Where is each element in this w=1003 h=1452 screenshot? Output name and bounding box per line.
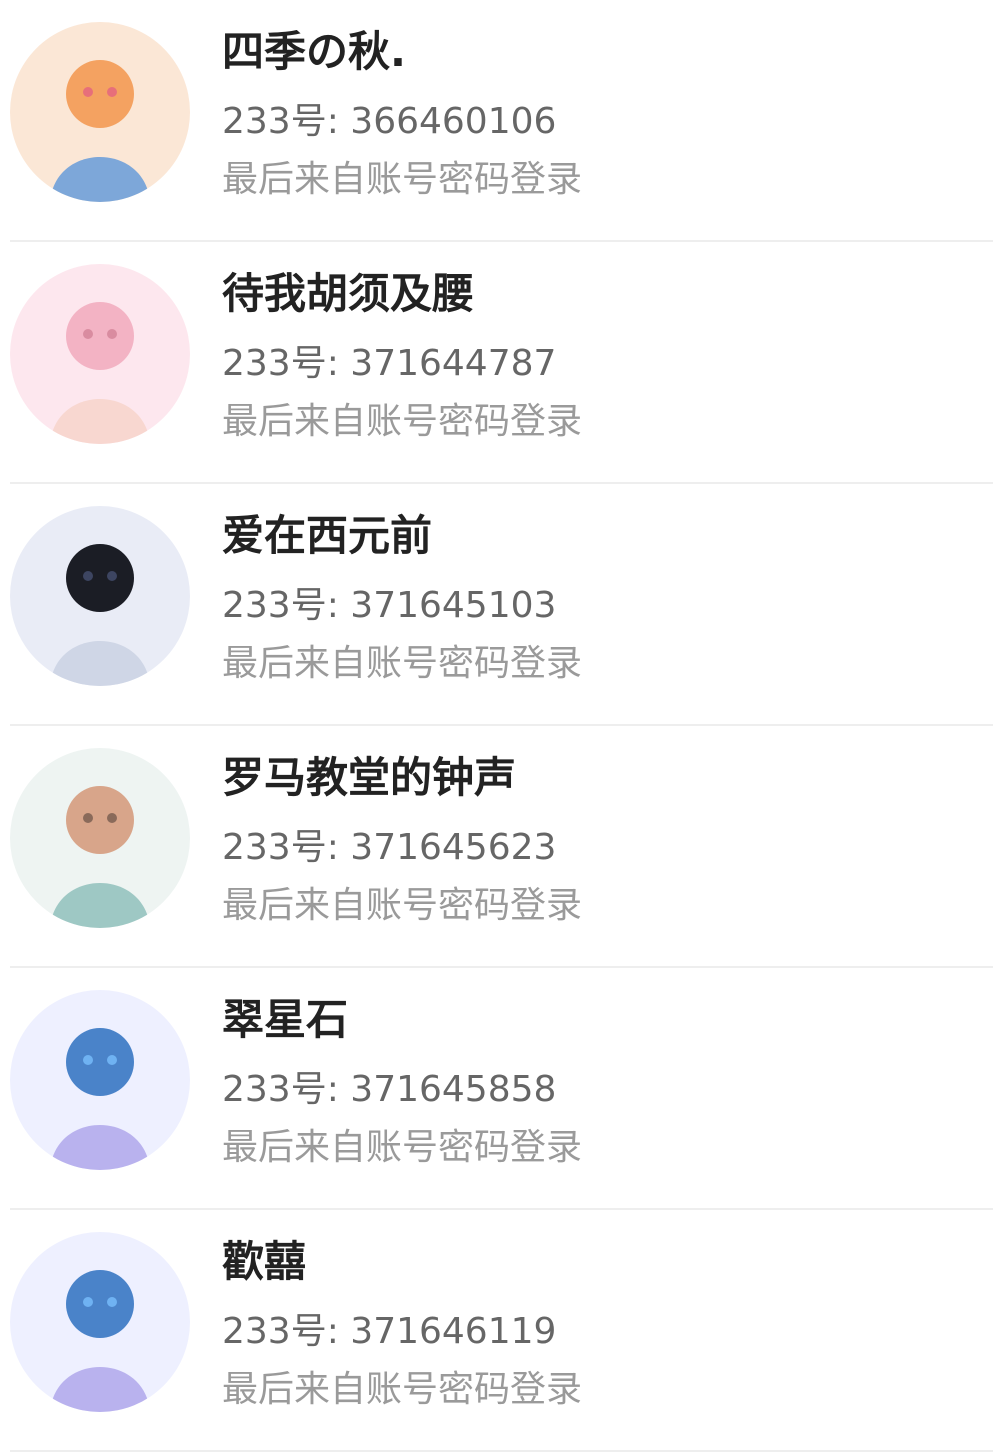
account-name: 翠星石 bbox=[222, 995, 349, 1044]
account-id: 233号: 371645103 bbox=[222, 585, 557, 626]
avatar bbox=[10, 1232, 190, 1412]
account-id: 233号: 371646119 bbox=[222, 1311, 557, 1352]
account-row[interactable]: 四季の秋. 233号: 366460106 最后来自账号密码登录 bbox=[0, 0, 1003, 242]
avatar-image-icon bbox=[10, 506, 190, 686]
avatar bbox=[10, 22, 190, 202]
avatar bbox=[10, 264, 190, 444]
avatar bbox=[10, 506, 190, 686]
account-id: 233号: 371645858 bbox=[222, 1069, 557, 1110]
login-method: 最后来自账号密码登录 bbox=[222, 643, 583, 684]
account-name: 待我胡须及腰 bbox=[222, 269, 475, 318]
avatar-image-icon bbox=[10, 990, 190, 1170]
avatar bbox=[10, 748, 190, 928]
account-name: 爱在西元前 bbox=[222, 511, 433, 560]
avatar-image-icon bbox=[10, 22, 190, 202]
login-method: 最后来自账号密码登录 bbox=[222, 885, 583, 926]
avatar bbox=[10, 990, 190, 1170]
account-row[interactable]: 歡囍 233号: 371646119 最后来自账号密码登录 bbox=[0, 1210, 1003, 1452]
account-id: 233号: 371644787 bbox=[222, 343, 557, 384]
account-row[interactable]: 罗马教堂的钟声 233号: 371645623 最后来自账号密码登录 bbox=[0, 726, 1003, 968]
avatar-image-icon bbox=[10, 1232, 190, 1412]
account-row[interactable]: 翠星石 233号: 371645858 最后来自账号密码登录 bbox=[0, 968, 1003, 1210]
account-name: 歡囍 bbox=[222, 1237, 307, 1286]
account-id: 233号: 371645623 bbox=[222, 827, 557, 868]
account-list: 四季の秋. 233号: 366460106 最后来自账号密码登录 待我胡须及腰 … bbox=[0, 0, 1003, 1452]
avatar-image-icon bbox=[10, 748, 190, 928]
login-method: 最后来自账号密码登录 bbox=[222, 401, 583, 442]
login-method: 最后来自账号密码登录 bbox=[222, 159, 583, 200]
login-method: 最后来自账号密码登录 bbox=[222, 1369, 583, 1410]
account-name: 罗马教堂的钟声 bbox=[222, 753, 517, 802]
account-row[interactable]: 待我胡须及腰 233号: 371644787 最后来自账号密码登录 bbox=[0, 242, 1003, 484]
login-method: 最后来自账号密码登录 bbox=[222, 1127, 583, 1168]
account-name: 四季の秋. bbox=[222, 27, 406, 76]
account-id: 233号: 366460106 bbox=[222, 101, 557, 142]
account-row[interactable]: 爱在西元前 233号: 371645103 最后来自账号密码登录 bbox=[0, 484, 1003, 726]
avatar-image-icon bbox=[10, 264, 190, 444]
